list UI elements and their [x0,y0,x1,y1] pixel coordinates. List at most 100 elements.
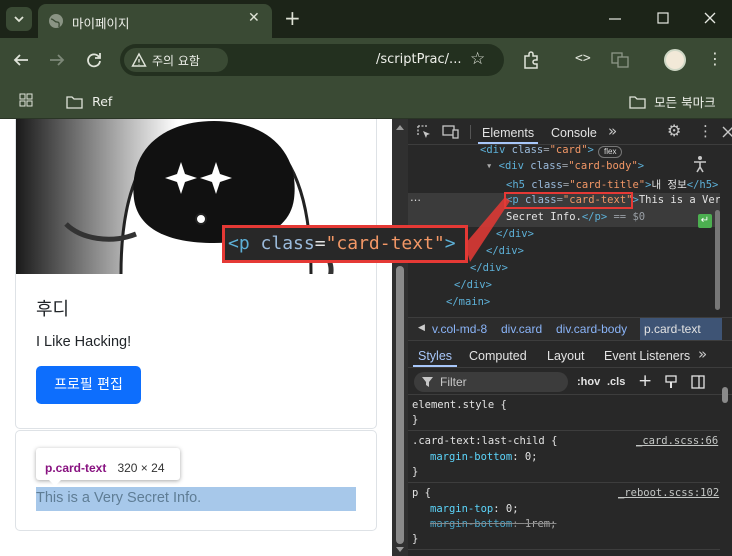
rule-close: } [412,533,419,545]
styles-filter-row: Filter :hov .cls + [408,369,732,395]
inspect-element-icon[interactable] [416,124,432,140]
new-rule-icon[interactable]: + [638,371,652,391]
bookmark-folder-label: Ref [92,94,113,109]
dom-line-card-body[interactable]: ▾ <div class="card-body"> [486,160,644,172]
profile-bio: I Like Hacking! [36,334,132,350]
profile-name: 후디 [36,299,70,320]
dom-scrollbar[interactable] [715,210,720,310]
edit-profile-button[interactable]: 프로필 편집 [36,366,141,404]
folder-icon [629,95,646,109]
dom-line-h5[interactable]: <h5 class="card-title">내 정보</h5> [506,177,718,192]
apps-grid-icon[interactable] [19,93,33,107]
rule-divider [408,430,720,431]
divider [470,125,471,139]
css-value: 1rem; [524,518,557,530]
scroll-down-arrow[interactable] [396,547,404,552]
tab-elements[interactable]: Elements [482,126,534,140]
accessibility-icon[interactable] [692,155,708,173]
rule-selector[interactable]: element.style { [412,399,507,411]
subtab-event-listeners[interactable]: Event Listeners [604,349,690,363]
forward-arrow-icon[interactable] [48,52,66,68]
security-chip-label: 주의 요함 [152,54,200,68]
breadcrumb-left-arrow[interactable]: ◀ [418,323,425,333]
dom-text: This is a Very [638,194,720,206]
close-icon[interactable]: ✕ [248,10,260,26]
rule-selector[interactable]: .card-text:last-child { [412,435,557,447]
flex-badge[interactable]: flex [598,146,623,158]
warning-icon [131,52,147,67]
tab-title: 마이페이지 [72,16,130,31]
breadcrumb-item[interactable]: div.card-body [556,322,627,336]
breadcrumb-item[interactable]: div.card [501,322,542,336]
cls-button[interactable]: .cls [607,376,625,388]
breadcrumb: ◀ v.col-md-8 div.card div.card-body p.ca… [408,317,732,341]
all-bookmarks-button[interactable]: 모든 북마크 [629,91,716,111]
rule-declaration-overridden[interactable]: margin-bottom: 1rem; [430,518,556,530]
tab-search-button[interactable] [6,7,32,31]
star-icon[interactable]: ☆ [470,49,485,69]
more-subtabs-icon[interactable]: » [698,345,707,363]
address-bar[interactable]: 주의 요함 /scriptPrac/... ☆ [120,44,504,76]
window-close-icon[interactable] [703,11,717,25]
device-toolbar-icon[interactable] [442,124,460,140]
tooltip-size: 320 × 24 [117,461,165,475]
rule-declaration[interactable]: margin-top: 0; [430,503,519,515]
dom-dollar0: == $0 [613,211,646,223]
avatar[interactable] [664,49,686,71]
rule-source-link[interactable]: _reboot.scss:102 [618,487,719,499]
rule-source-link[interactable]: _card.scss:66 [636,435,718,447]
devtools-toggle-icon[interactable]: <> [575,51,591,66]
subtab-computed[interactable]: Computed [469,349,527,363]
node-actions-icon[interactable]: … [410,191,421,204]
breadcrumb-current-label: p.card-text [644,322,701,336]
rule-close: } [412,414,419,426]
paint-brush-icon[interactable] [664,375,678,389]
dom-line-card[interactable]: <div class="card"> [480,145,594,156]
subtab-layout[interactable]: Layout [547,349,585,363]
styles-pane: element.style { } .card-text:last-child … [408,396,720,556]
bookmarks-bar: Ref 모든 북마크 [0,83,732,119]
filter-input[interactable]: Filter [414,372,568,392]
rule-declaration[interactable]: margin-bottom: 0; [430,451,538,463]
url-text[interactable]: /scriptPrac/... [376,52,461,67]
translate-icon[interactable] [611,51,629,69]
filter-placeholder: Filter [440,375,467,389]
secret-card: This is a Very Secret Info. [15,430,377,531]
tooltip-arrow [48,479,62,486]
dom-closing-3: </div> [470,262,508,274]
minimize-icon[interactable] [608,12,622,26]
more-tabs-icon[interactable]: » [608,122,617,140]
page-scrollbar[interactable] [392,119,408,556]
subtab-styles[interactable]: Styles [418,349,452,363]
sidebar-toggle-icon[interactable] [691,375,705,389]
title-bar: 마이페이지 ✕ + [0,0,732,38]
breadcrumb-current[interactable]: p.card-text [640,318,722,340]
browser-tab[interactable]: 마이페이지 ✕ [38,4,272,38]
extensions-icon[interactable] [522,51,540,69]
tab-console[interactable]: Console [551,126,597,140]
reload-icon[interactable] [85,51,103,69]
profile-card: 후디 I Like Hacking! 프로필 편집 [15,119,377,429]
more-menu-icon[interactable]: ⋮ [707,49,723,68]
wrap-toggle-icon[interactable]: ↵ [698,214,712,228]
styles-scrollbar[interactable] [722,387,728,403]
browser-toolbar: 주의 요함 /scriptPrac/... ☆ <> ⋮ [0,38,732,83]
maximize-icon[interactable] [656,11,670,25]
close-devtools-icon[interactable] [722,126,732,138]
settings-gear-icon[interactable]: ⚙ [667,121,681,140]
devtools-menu-icon[interactable]: ⋮ [698,122,713,140]
rule-close: } [412,466,419,478]
callout-box: <p class="card-text"> [222,225,468,263]
new-tab-button[interactable]: + [284,6,301,30]
hov-button[interactable]: :hov [577,376,600,388]
chevron-down-icon [14,16,24,23]
breadcrumb-item[interactable]: v.col-md-8 [432,322,487,336]
web-page: 후디 I Like Hacking! 프로필 편집 This is a Very… [0,119,392,556]
css-property: margin-bottom [430,518,513,530]
scroll-thumb[interactable] [396,266,404,544]
rule-selector[interactable]: p { [412,487,431,499]
back-arrow-icon[interactable] [12,52,30,68]
bookmark-folder-ref[interactable]: Ref [66,91,112,110]
scroll-up-arrow[interactable] [396,125,404,130]
security-chip[interactable]: 주의 요함 [124,48,228,72]
